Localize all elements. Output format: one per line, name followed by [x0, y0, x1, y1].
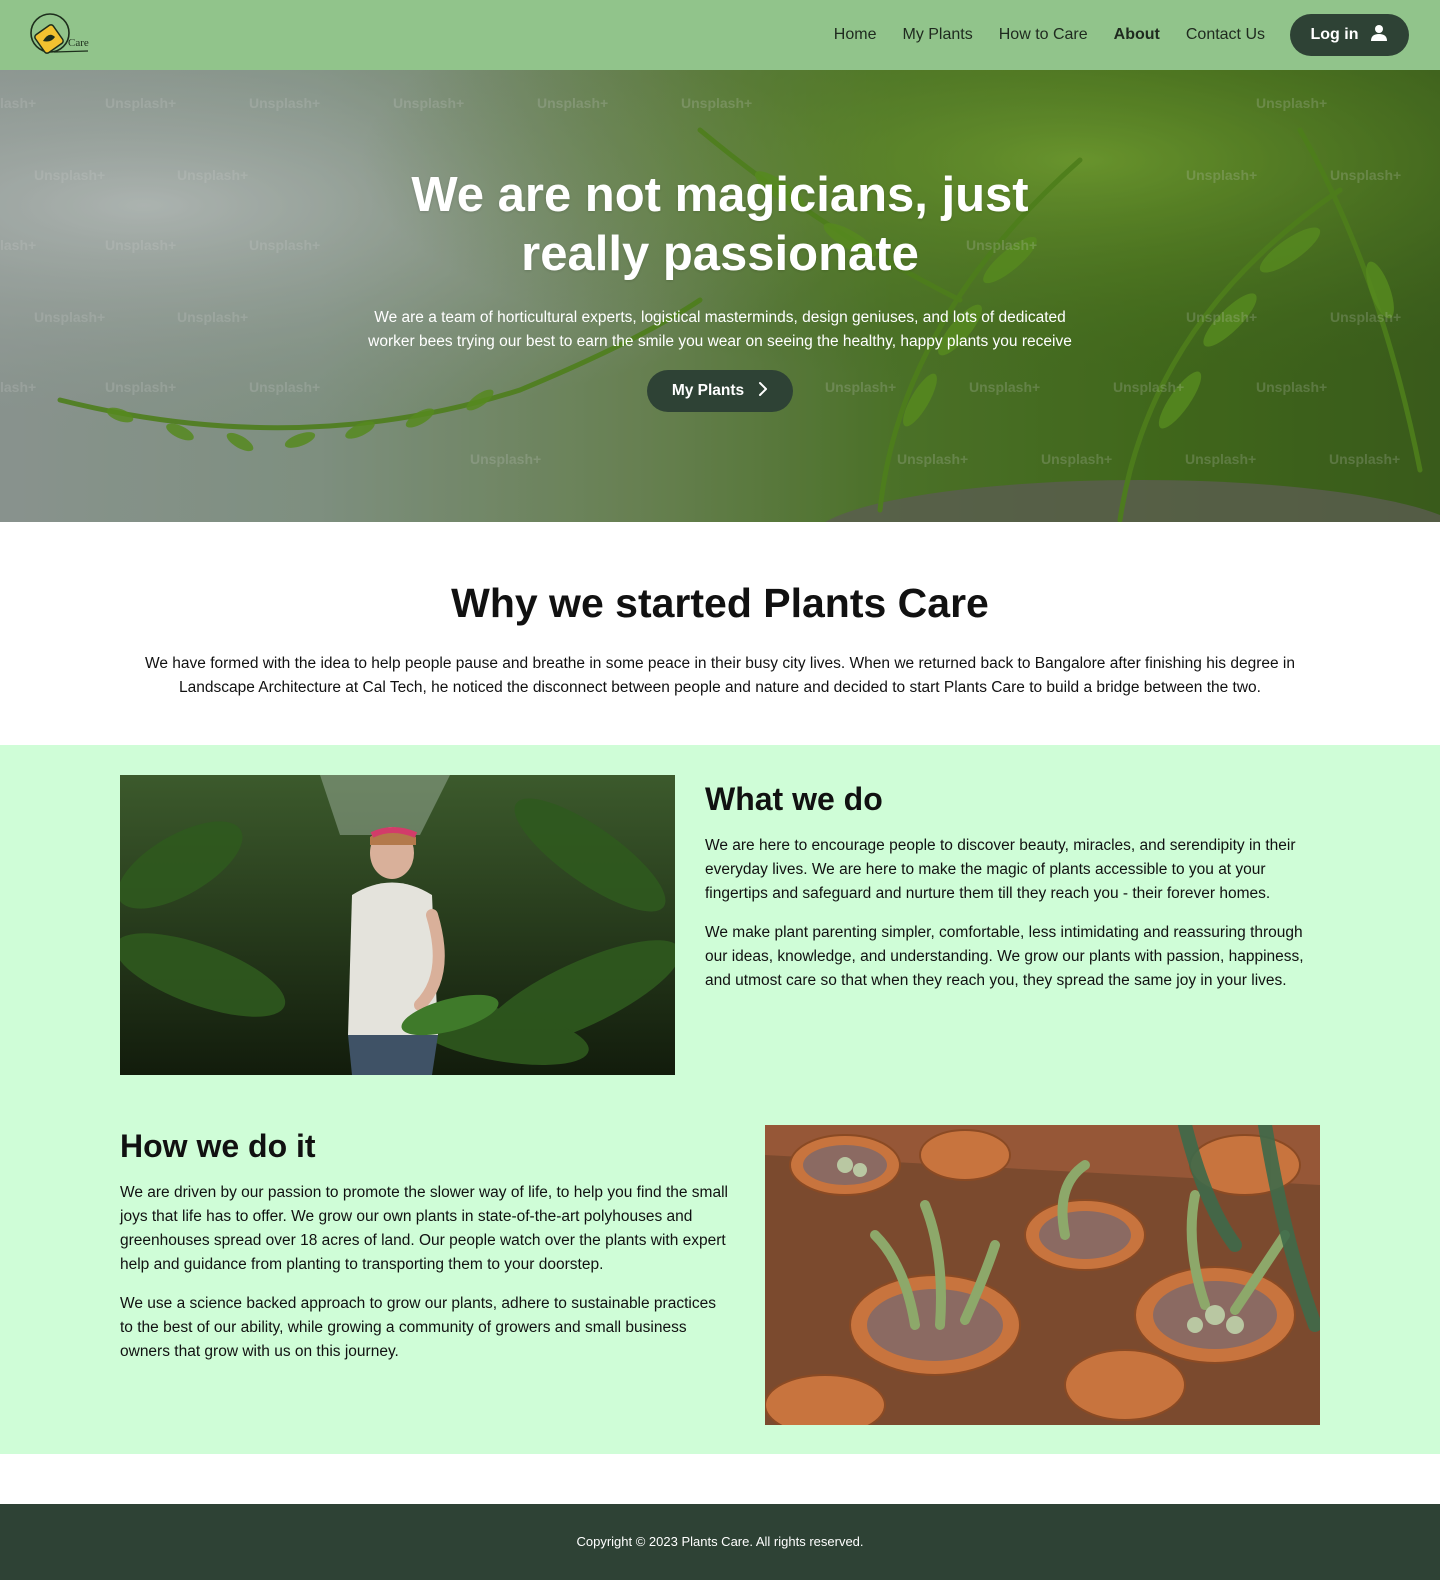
- what-we-do-block: What we do We are here to encourage peop…: [705, 779, 1320, 993]
- plants-care-logo[interactable]: Care: [30, 11, 92, 59]
- how-we-do-it-block: How we do it We are driven by our passio…: [120, 1126, 730, 1364]
- how-we-do-it-paragraph: We are driven by our passion to promote …: [120, 1184, 728, 1273]
- section-spacer: [0, 1454, 1440, 1504]
- cactus-pots-photo: [765, 1125, 1320, 1425]
- how-we-do-it-title: How we do it: [120, 1128, 316, 1164]
- login-button-label: Log in: [1310, 26, 1359, 43]
- navbar: Care Home My Plants How to Care About Co…: [0, 0, 1440, 70]
- hero-content: We are not magicians, just really passio…: [0, 166, 1440, 412]
- why-title: Why we started Plants Care: [451, 580, 989, 626]
- copyright-text: Copyright © 2023 Plants Care. All rights…: [576, 1534, 864, 1549]
- main-nav: Home My Plants How to Care About Contact…: [808, 14, 1409, 56]
- hero-title: We are not magicians, just really passio…: [411, 168, 1029, 281]
- how-we-do-it-paragraph: We use a science backed approach to grow…: [120, 1295, 716, 1360]
- what-we-do-paragraph: We make plant parenting simpler, comfort…: [705, 924, 1304, 989]
- footer: Copyright © 2023 Plants Care. All rights…: [0, 1504, 1440, 1580]
- nav-link-contact-us[interactable]: Contact Us: [1186, 26, 1265, 44]
- nav-link-my-plants[interactable]: My Plants: [902, 26, 972, 44]
- greenhouse-woman-photo: [120, 775, 675, 1075]
- nav-link-how-to-care[interactable]: How to Care: [999, 26, 1088, 44]
- logo-text: Care: [68, 37, 89, 49]
- login-button[interactable]: Log in: [1290, 14, 1409, 56]
- my-plants-button[interactable]: My Plants: [647, 370, 793, 412]
- nav-link-about[interactable]: About: [1114, 26, 1160, 44]
- why-section: Why we started Plants Care We have forme…: [0, 522, 1440, 745]
- why-text: We have formed with the idea to help peo…: [145, 655, 1295, 696]
- what-we-do-title: What we do: [705, 781, 883, 817]
- my-plants-button-label: My Plants: [671, 382, 745, 399]
- hero-description: We are a team of horticultural experts, …: [368, 309, 1072, 350]
- what-we-do-paragraph: We are here to encourage people to disco…: [705, 837, 1296, 902]
- user-icon: [1370, 24, 1388, 47]
- about-details-section: What we do We are here to encourage peop…: [0, 745, 1440, 1454]
- hero-section: lash+ Unsplash+ Unsplash+ Unsplash+ Unsplash…: [0, 70, 1440, 522]
- chevron-right-icon: [758, 381, 768, 402]
- nav-link-home[interactable]: Home: [834, 26, 877, 44]
